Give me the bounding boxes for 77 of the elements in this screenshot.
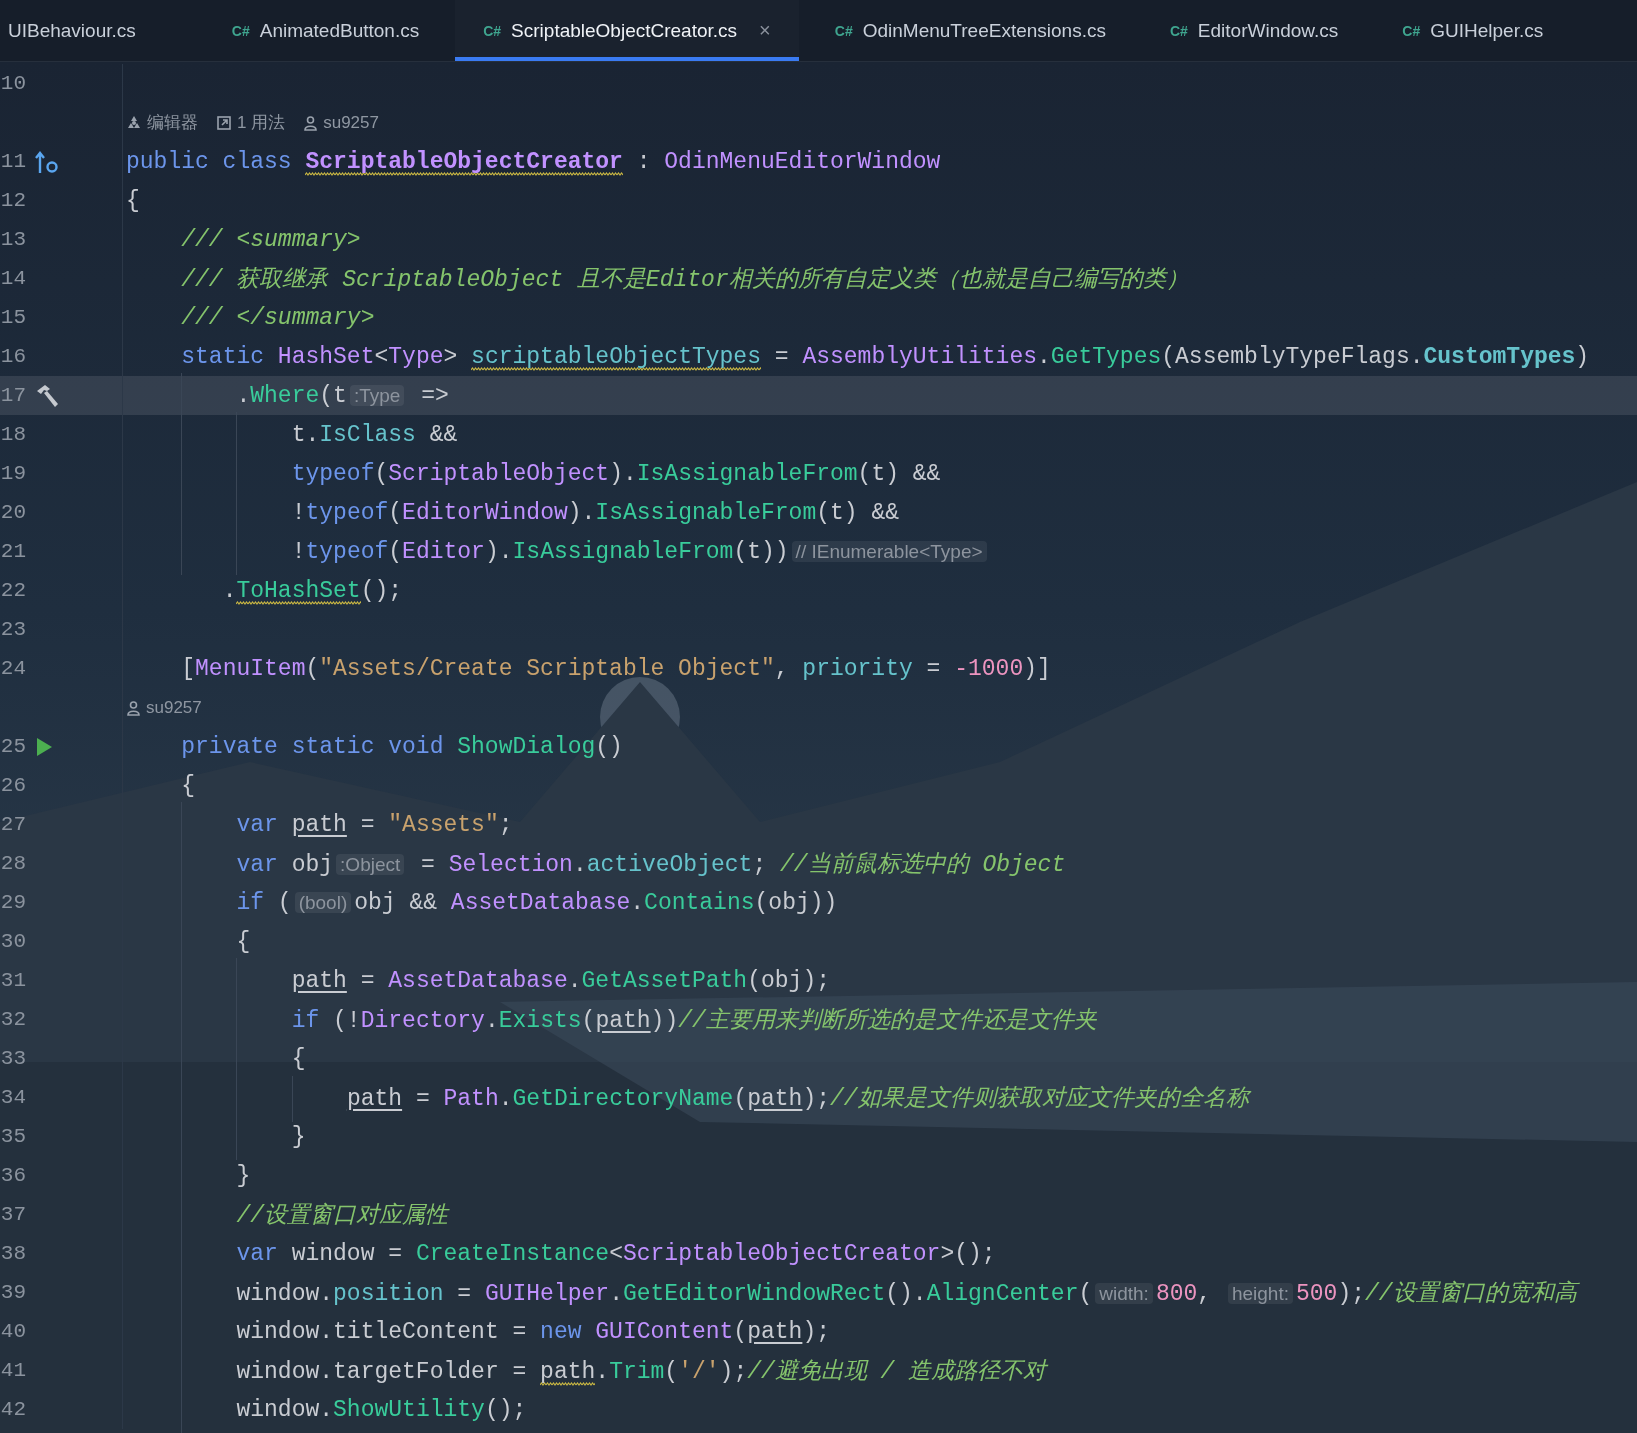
code-line: var path = "Assets"; <box>236 811 513 838</box>
line-number: 15 <box>0 306 26 329</box>
line-number: 23 <box>0 618 26 641</box>
code-lens-link[interactable]: su9257 <box>126 697 202 718</box>
code-line: var window = CreateInstance<ScriptableObjectCreator>(); <box>236 1240 996 1267</box>
editor-tab[interactable]: C# AnimatedButton.cs <box>203 0 448 61</box>
code-line: { <box>291 1045 306 1072</box>
line-number: 27 <box>0 813 26 836</box>
line-number: 31 <box>0 969 26 992</box>
line-number: 12 <box>0 189 26 212</box>
line-number: 35 <box>0 1125 26 1148</box>
code-line: !typeof(Editor).IsAssignableFrom(t)) // IEnumerable<Type> <box>291 538 990 565</box>
code-line: window.ShowUtility(); <box>236 1396 527 1423</box>
close-button[interactable]: × <box>759 19 771 42</box>
code-line: /// 获取继承 ScriptableObject 且不是Editor相关的所有自定义类（也就是自己编写的类） <box>181 267 1189 293</box>
line-number: 42 <box>0 1398 26 1421</box>
code-line: window.titleContent = new GUIContent(path); <box>236 1318 830 1345</box>
code-line: .Where(t :Type => <box>236 382 449 409</box>
line-number: 14 <box>0 267 26 290</box>
line-number: 10 <box>0 72 26 95</box>
line-number: 36 <box>0 1164 26 1187</box>
unity-logo-icon <box>126 114 142 131</box>
code-lens-link[interactable]: su9257 <box>303 111 379 134</box>
editor-tab[interactable]: C# ScriptableObjectCreator.cs × <box>455 0 799 61</box>
arrow-square-icon <box>216 114 232 131</box>
code-lens-link[interactable]: 1 用法 <box>216 111 286 134</box>
line-number: 30 <box>0 930 26 953</box>
code-line: t.IsClass && <box>291 421 458 448</box>
code-line: window.targetFolder = path.Trim('/');//避免出现 / 造成路径不对 <box>236 1359 1047 1386</box>
code-line: var obj :Object = Selection.activeObject; //当前鼠标选中的 Object <box>236 852 1066 878</box>
line-number: 34 <box>0 1086 26 1109</box>
line-number: 11 <box>0 150 26 173</box>
code-line: !typeof(EditorWindow).IsAssignableFrom(t) && <box>291 499 900 526</box>
play-icon[interactable] <box>34 735 54 758</box>
line-number: 41 <box>0 1359 26 1382</box>
editor-tab[interactable]: C# GUIHelper.cs <box>1374 0 1572 61</box>
code-line: { <box>181 772 196 799</box>
line-number: 20 <box>0 501 26 524</box>
editor-tab[interactable]: C# OdinMenuTreeExtensions.cs <box>806 0 1134 61</box>
code-line: static HashSet<Type> scriptableObjectTypes = AssemblyUtilities.GetTypes(AssemblyTypeFlags.CustomTypes) <box>181 343 1590 371</box>
code-line: if (!Directory.Exists(path))//主要用来判断所选的是文件还是文件夹 <box>291 1008 1097 1034</box>
code-line: path = AssetDatabase.GetAssetPath(obj); <box>291 967 830 994</box>
line-number: 38 <box>0 1242 26 1265</box>
code-line: } <box>236 1162 251 1189</box>
code-line: { <box>236 928 251 955</box>
code-line: /// </summary> <box>181 304 375 331</box>
line-number: 22 <box>0 579 26 602</box>
code-lens-link[interactable]: 编辑器 <box>126 111 198 134</box>
code-line: /// <summary> <box>181 226 361 253</box>
line-number: 28 <box>0 852 26 875</box>
code-line: public class ScriptableObjectCreator : OdinMenuEditorWindow <box>126 148 941 176</box>
line-number: 24 <box>0 657 26 680</box>
user-icon <box>126 699 141 716</box>
line-number: 13 <box>0 228 26 251</box>
line-number: 33 <box>0 1047 26 1070</box>
line-number: 26 <box>0 774 26 797</box>
code-line: private static void ShowDialog() <box>181 733 623 760</box>
line-number: 16 <box>0 345 26 368</box>
line-number: 29 <box>0 891 26 914</box>
line-number: 39 <box>0 1281 26 1304</box>
line-number: 18 <box>0 423 26 446</box>
editor-tab[interactable]: UIBehaviour.cs <box>0 0 164 61</box>
code-line: { <box>126 187 140 214</box>
line-number: 37 <box>0 1203 26 1226</box>
line-number: 25 <box>0 735 26 758</box>
line-number: 19 <box>0 462 26 485</box>
line-number: 40 <box>0 1320 26 1343</box>
editor-tab[interactable]: C# EditorWindow.cs <box>1141 0 1367 61</box>
code-line: [MenuItem("Assets/Create Scriptable Object", priority = -1000)] <box>181 655 1051 682</box>
code-line: //设置窗口对应属性 <box>236 1203 449 1229</box>
user-icon <box>303 114 319 131</box>
line-number: 21 <box>0 540 26 563</box>
code-line: if ( (bool) obj && AssetDatabase.Contains(obj)) <box>236 889 838 916</box>
line-number: 32 <box>0 1008 26 1031</box>
code-line: } <box>291 1123 306 1150</box>
code-line: typeof(ScriptableObject).IsAssignableFrom(t) && <box>291 460 941 487</box>
line-number: 17 <box>0 384 26 407</box>
